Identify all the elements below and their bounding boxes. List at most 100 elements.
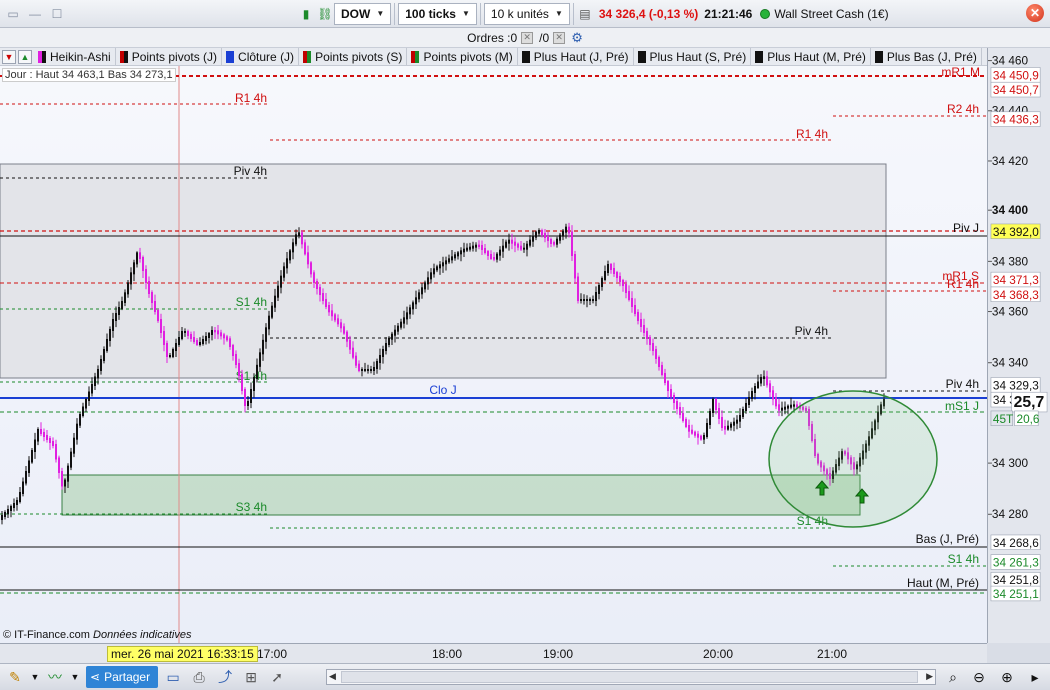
candle-body — [427, 277, 429, 285]
candle-body — [88, 391, 90, 401]
candle-body — [370, 369, 372, 371]
candle-body — [247, 401, 249, 406]
price-tag-label: 34 450,9 — [993, 68, 1039, 82]
legend-item[interactable]: Points pivots (S) — [299, 48, 408, 65]
legend-item[interactable]: Plus Haut (S, Pré) — [634, 48, 752, 65]
candle-body — [556, 238, 558, 245]
candle-body — [670, 389, 672, 397]
legend-label: Points pivots (J) — [131, 49, 218, 64]
candle-body — [652, 343, 654, 351]
candle-body — [739, 415, 741, 422]
time-axis[interactable]: mer. 26 mai 2021 16:33:15 17:00 18:00 19:0… — [0, 643, 987, 663]
candle-body — [673, 395, 675, 403]
price-tick-label: 34 400 — [992, 203, 1029, 217]
orders-cancel-pending-icon[interactable]: ✕ — [553, 31, 566, 44]
candle-body — [715, 399, 717, 410]
price-chart[interactable]: R1 4hmR1 MR2 4hR1 4hPiv 4hPiv JmR1 SR1 4… — [0, 66, 987, 643]
legend-item[interactable]: Plus Haut (J, Pré) — [518, 48, 634, 65]
units-dropdown[interactable]: 10 k unités ▼ — [483, 2, 570, 25]
quote-sheet-icon[interactable]: ▤ — [577, 3, 593, 25]
candle-body — [469, 246, 471, 250]
indicators-icon[interactable]: 〰 — [44, 666, 66, 688]
candle-body — [319, 287, 321, 295]
orders-cancel-icon[interactable]: ✕ — [521, 31, 534, 44]
candle-body — [571, 231, 573, 256]
legend-item[interactable]: Points pivots (M) — [407, 48, 518, 65]
candle-body — [16, 500, 18, 505]
dropdown-icon[interactable]: ▼ — [30, 666, 40, 688]
drawing-tools-icon[interactable]: ✎ — [4, 666, 26, 688]
candle-body — [289, 250, 291, 261]
print-icon[interactable]: ⎙ — [188, 666, 210, 688]
ticks-dropdown[interactable]: 100 ticks ▼ — [398, 2, 477, 25]
candle-body — [496, 253, 498, 260]
zoom-fit-icon[interactable]: ⌕ — [942, 667, 964, 687]
candle-body — [454, 254, 456, 259]
candle-body — [127, 282, 129, 295]
candle-body — [205, 336, 207, 341]
chart-style-icon[interactable]: ▮ — [296, 3, 316, 25]
legend-expand-icon[interactable]: ▲ — [18, 49, 32, 64]
chart-scrollbar[interactable]: ◀ ▶ — [326, 669, 936, 685]
candle-body — [598, 285, 600, 294]
candle-body — [577, 276, 579, 301]
dropdown-icon[interactable]: ▼ — [70, 666, 80, 688]
candle-body — [616, 272, 618, 278]
candle-body — [46, 435, 48, 440]
candle-body — [484, 248, 486, 253]
legend-item[interactable]: Plus Bas (J, Pré) — [871, 48, 982, 65]
support-zone-rectangle[interactable] — [61, 474, 861, 516]
more-icon[interactable]: ▸ — [1024, 667, 1046, 687]
candle-body — [388, 337, 390, 345]
window-minimize-icon[interactable]: — — [26, 5, 44, 23]
candle-body — [661, 365, 663, 375]
scroll-left-icon[interactable]: ◀ — [329, 671, 336, 682]
candle-body — [775, 397, 777, 407]
legend-collapse-icon[interactable]: ▼ — [2, 49, 16, 64]
zoom-out-icon[interactable]: ⊖ — [968, 667, 990, 687]
candle-body — [706, 423, 708, 437]
candle-body — [691, 429, 693, 434]
candle-body — [160, 319, 162, 333]
instrument-dropdown[interactable]: DOW ▼ — [334, 2, 392, 25]
layout-icon[interactable]: ⊞ — [240, 666, 262, 688]
candle-body — [208, 333, 210, 338]
candle-body — [595, 292, 597, 301]
candle-body — [580, 299, 582, 301]
zoom-in-icon[interactable]: ⊕ — [996, 667, 1018, 687]
candle-body — [505, 241, 507, 248]
highlight-ellipse[interactable] — [768, 390, 938, 528]
separator — [479, 2, 481, 25]
candle-body — [763, 376, 765, 379]
legend-item[interactable]: Points pivots (J) — [116, 48, 223, 65]
candle-body — [121, 301, 123, 309]
legend-item[interactable]: Heikin-Ashi — [34, 48, 116, 65]
price-tag-label: 34 436,3 — [993, 113, 1039, 127]
price-tag-label: 34 251,8 — [993, 573, 1039, 587]
window-maximize-icon[interactable]: ☐ — [48, 5, 66, 23]
price-axis[interactable]: 34 46034 44034 42034 40034 38034 36034 3… — [987, 48, 1050, 643]
candle-body — [529, 239, 531, 246]
candle-body — [256, 364, 258, 379]
units-label: 10 k unités — [490, 6, 549, 21]
scroll-right-icon[interactable]: ▶ — [926, 671, 933, 682]
candle-body — [682, 413, 684, 421]
pointer-icon[interactable]: ➚ — [266, 666, 288, 688]
price-tag-label: 34 329,3 — [993, 378, 1039, 392]
candle-body — [238, 363, 240, 376]
legend-swatch — [38, 50, 46, 63]
share-button[interactable]: ⋖ Partager — [86, 666, 159, 688]
candle-body — [406, 312, 408, 320]
scroll-thumb[interactable] — [341, 671, 918, 683]
link-icon[interactable]: ⛓ — [316, 3, 334, 25]
window-restore-icon[interactable]: ▭ — [4, 5, 22, 23]
candle-body — [514, 241, 516, 246]
export-icon[interactable]: ⤴ — [214, 666, 236, 688]
legend-item[interactable]: Clôture (J) — [222, 48, 300, 65]
legend-swatch — [119, 50, 128, 63]
settings-gear-icon[interactable]: ⚙ — [571, 30, 583, 46]
close-icon[interactable]: ✕ — [1026, 4, 1044, 22]
screenshot-icon[interactable]: ▭ — [162, 666, 184, 688]
legend-item[interactable]: Plus Haut (M, Pré) — [751, 48, 871, 65]
candle-body — [646, 331, 648, 339]
